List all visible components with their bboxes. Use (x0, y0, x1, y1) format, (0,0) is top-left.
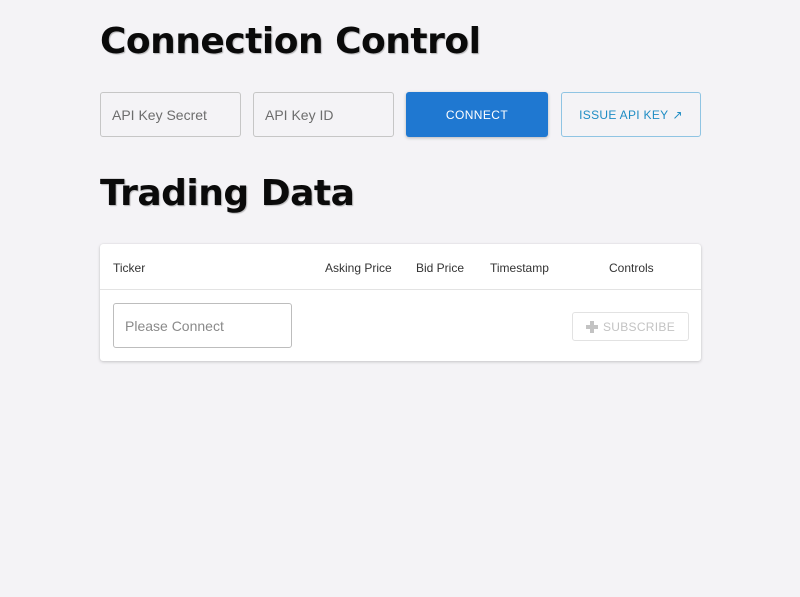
column-header-timestamp: Timestamp (490, 261, 549, 275)
issue-api-key-label: ISSUE API KEY (579, 107, 669, 122)
connection-form: CONNECT ISSUE API KEY ↗ (100, 92, 701, 137)
issue-api-key-button[interactable]: ISSUE API KEY ↗ (561, 92, 701, 137)
connection-control-heading: Connection Control (100, 21, 481, 62)
connect-button[interactable]: CONNECT (406, 92, 548, 137)
ticker-input[interactable] (113, 303, 292, 348)
subscribe-label: SUBSCRIBE (602, 319, 676, 334)
column-header-asking-price: Asking Price (325, 261, 392, 275)
trading-data-heading: Trading Data (100, 173, 355, 214)
api-key-id-input[interactable] (253, 92, 394, 137)
subscribe-button[interactable]: SUBSCRIBE (572, 312, 689, 341)
column-header-ticker: Ticker (113, 261, 146, 275)
plus-icon (585, 320, 598, 333)
api-key-secret-input[interactable] (100, 92, 241, 137)
external-link-icon: ↗ (672, 107, 683, 122)
table-header: Ticker Asking Price Bid Price Timestamp … (100, 244, 701, 290)
column-header-bid-price: Bid Price (416, 261, 465, 275)
trading-table: Ticker Asking Price Bid Price Timestamp … (100, 244, 701, 361)
table-row: SUBSCRIBE (100, 290, 701, 361)
column-header-controls: Controls (609, 261, 654, 275)
